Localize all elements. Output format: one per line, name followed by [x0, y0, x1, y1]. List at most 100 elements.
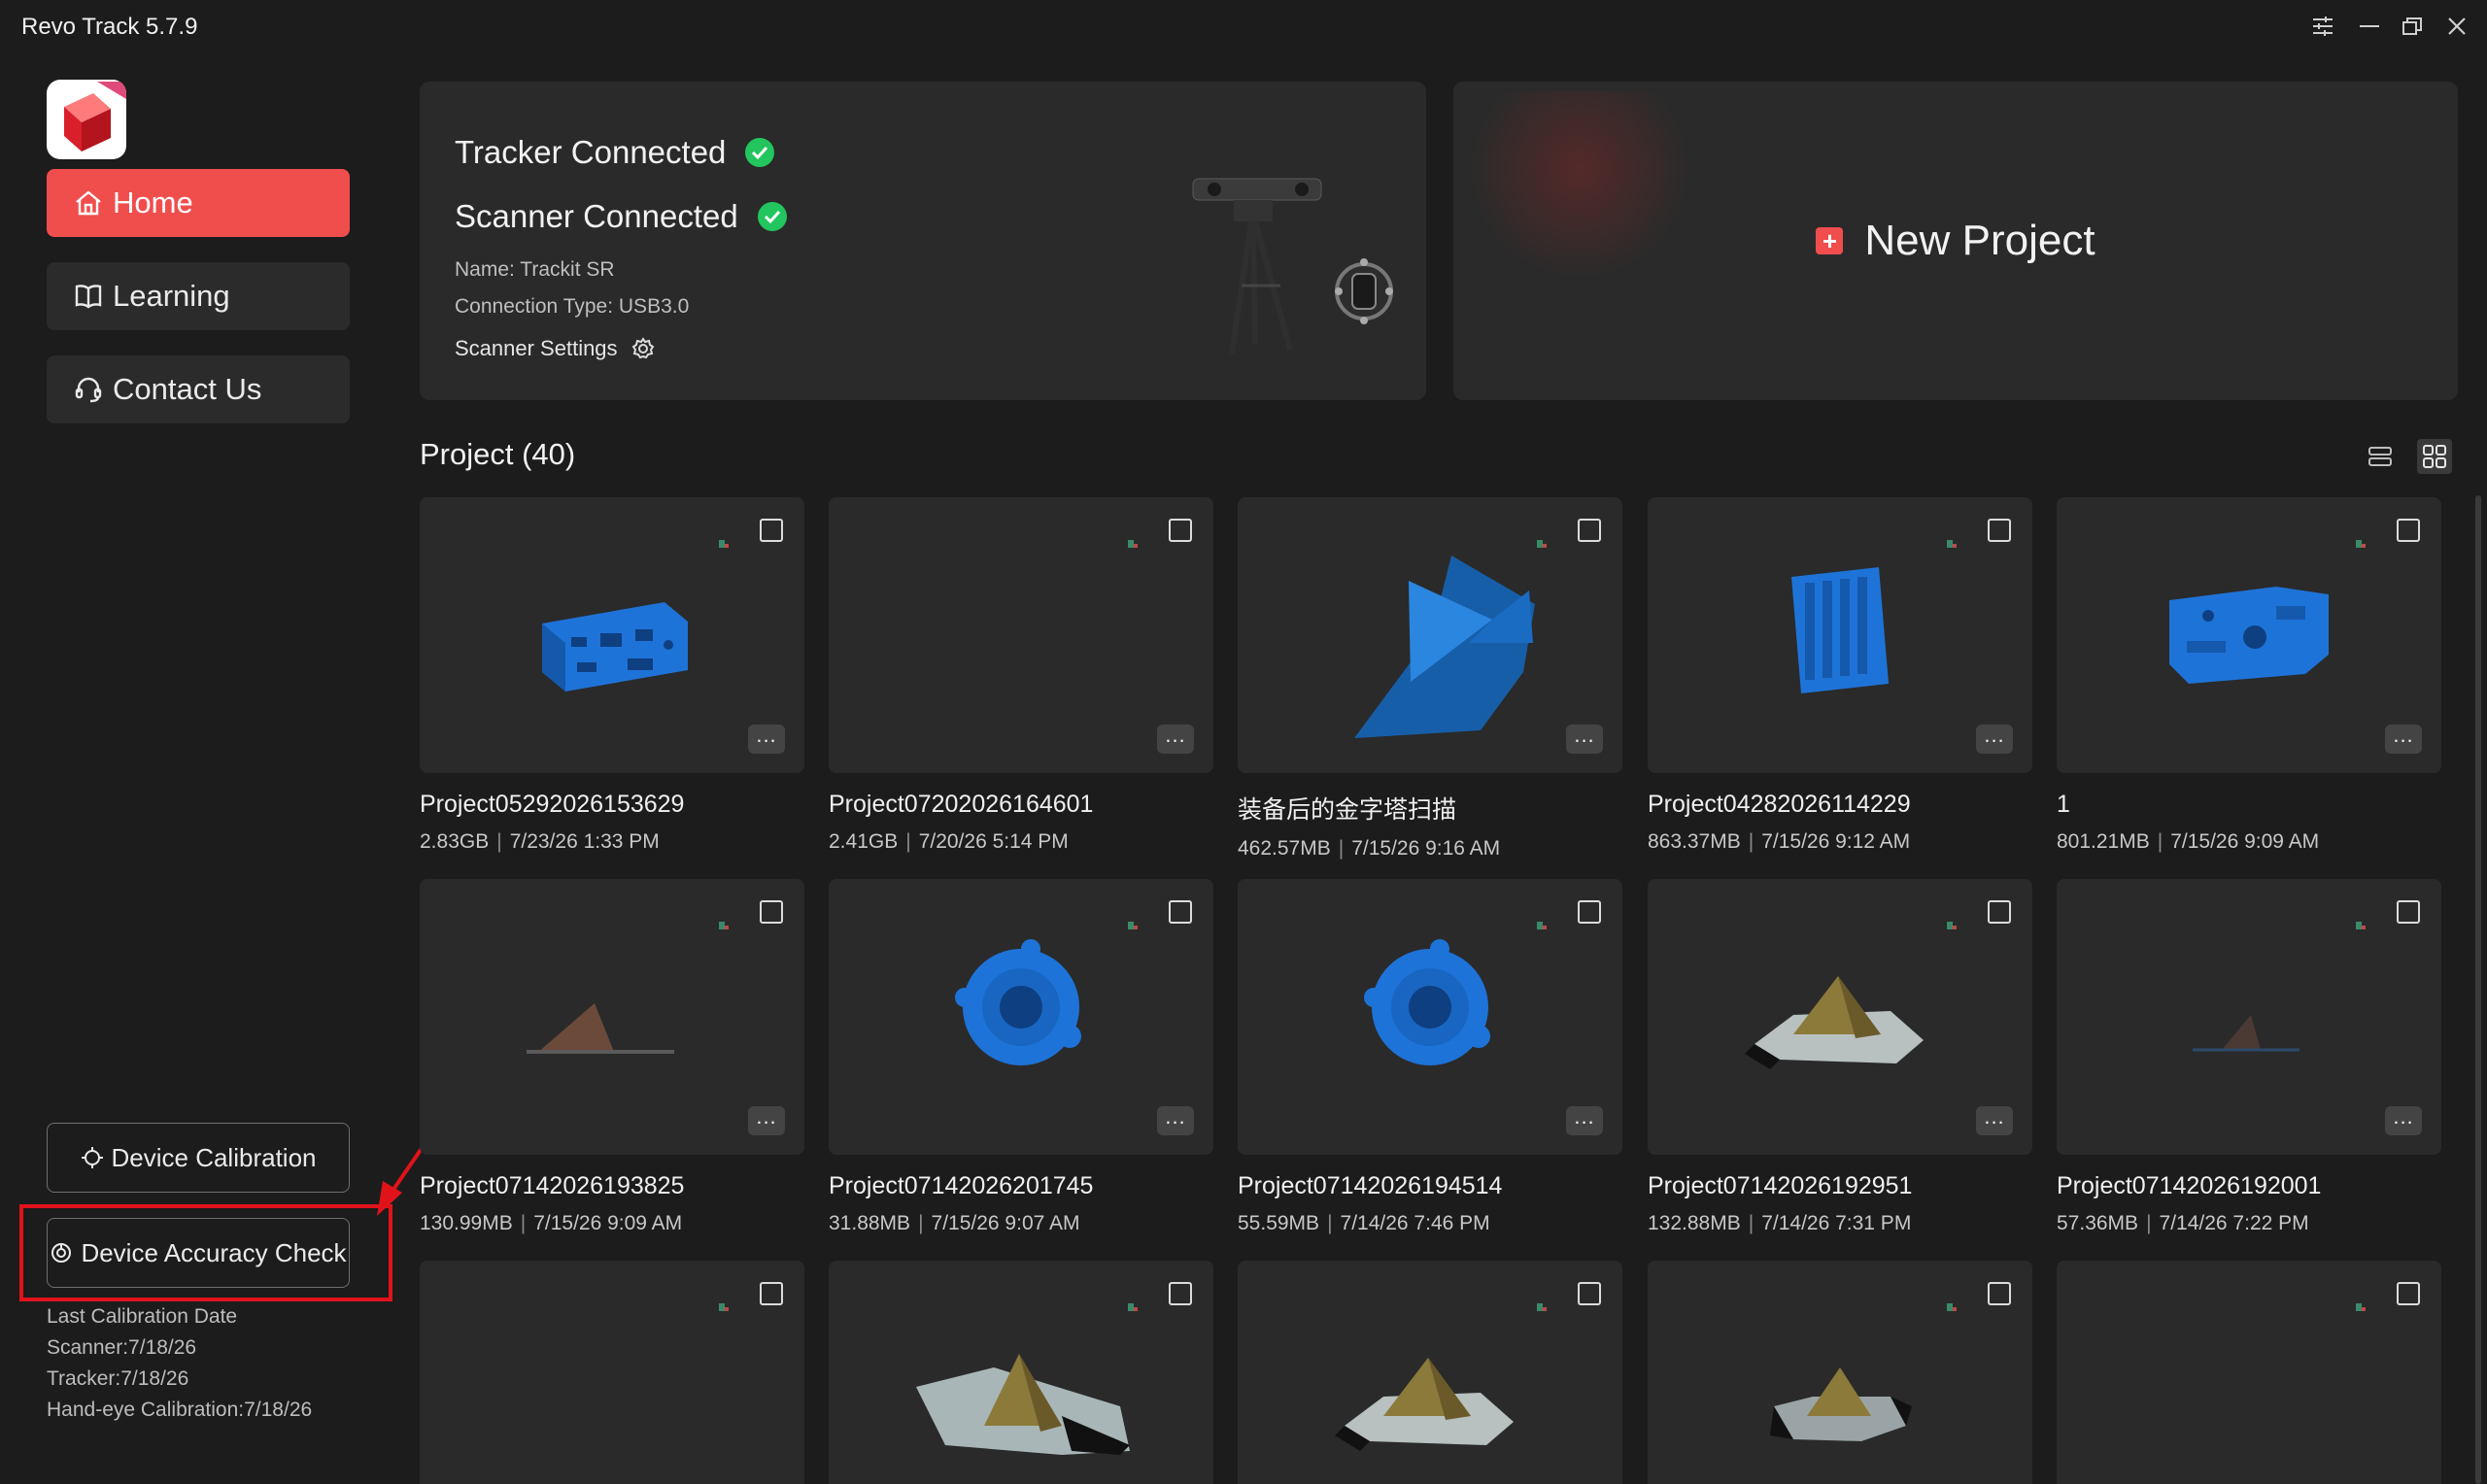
new-project-button[interactable]: + New Project	[1453, 82, 2458, 400]
grid-view-toggle[interactable]	[2417, 439, 2452, 474]
project-name: Project07142026201745	[829, 1172, 1094, 1199]
project-select-checkbox[interactable]	[1578, 1282, 1601, 1305]
minimize-icon[interactable]	[2353, 12, 2386, 41]
project-card[interactable]: ...	[1238, 1261, 1622, 1484]
more-options-button[interactable]: ...	[1157, 1106, 1194, 1135]
project-select-checkbox[interactable]	[1988, 1282, 2011, 1305]
more-options-button[interactable]: ...	[1976, 1106, 2013, 1135]
project-card[interactable]: ... 装备后的金字塔扫描 462.57MB | 7/15/26 9:16 AM	[1238, 497, 1622, 860]
device-name: Name: Trackit SR	[455, 258, 615, 281]
project-name: 1	[2057, 791, 2070, 818]
project-select-checkbox[interactable]	[1169, 900, 1192, 924]
list-view-toggle[interactable]	[2363, 439, 2398, 474]
project-count-heading: Project (40)	[420, 437, 576, 471]
new-project-label: New Project	[1864, 217, 2095, 264]
project-model-preview	[2193, 1015, 2300, 1052]
project-card[interactable]: ...	[420, 1261, 804, 1484]
project-select-checkbox[interactable]	[1988, 900, 2011, 924]
project-thumbnail[interactable]: ...	[2057, 879, 2441, 1155]
grid-view-icon	[2423, 445, 2446, 468]
project-card[interactable]: ... Project04282026114229 863.37MB | 7/15/26…	[1648, 497, 2032, 854]
more-options-button[interactable]: ...	[1566, 725, 1603, 754]
project-thumbnail[interactable]: ...	[420, 1261, 804, 1484]
axis-gizmo-icon	[1537, 922, 1547, 929]
project-meta: 132.88MB | 7/14/26 7:31 PM	[1648, 1212, 2032, 1235]
crosshair-icon	[81, 1147, 103, 1168]
more-options-button[interactable]: ...	[2385, 725, 2422, 754]
project-model-preview	[1335, 1358, 1514, 1451]
project-card[interactable]: ... Project07142026201745 31.88MB | 7/15/26 …	[829, 879, 1213, 1235]
project-name: Project05292026153629	[420, 791, 685, 818]
project-card[interactable]: ... Project07142026194514 55.59MB | 7/14/26 …	[1238, 879, 1622, 1235]
project-thumbnail[interactable]: ...	[829, 1261, 1213, 1484]
project-thumbnail[interactable]: ...	[1238, 1261, 1622, 1484]
more-options-button[interactable]: ...	[1157, 725, 1194, 754]
restore-icon[interactable]	[2396, 12, 2429, 41]
axis-gizmo-icon	[1537, 1303, 1547, 1311]
project-thumbnail[interactable]: ...	[1648, 879, 2032, 1155]
project-thumbnail[interactable]: ...	[420, 879, 804, 1155]
project-thumbnail[interactable]: ...	[829, 879, 1213, 1155]
device-calibration-button[interactable]: Device Calibration	[47, 1123, 350, 1193]
project-card[interactable]: ...	[829, 1261, 1213, 1484]
project-model-preview	[1364, 939, 1490, 1065]
project-card[interactable]: ... Project07142026192951 132.88MB | 7/14/26…	[1648, 879, 2032, 1235]
project-select-checkbox[interactable]	[1578, 519, 1601, 542]
project-date: 7/14/26 7:31 PM	[1761, 1212, 1912, 1234]
tracker-device-image	[1192, 178, 1393, 354]
project-select-checkbox[interactable]	[2397, 900, 2420, 924]
project-thumbnail[interactable]: ...	[1238, 497, 1622, 773]
sidebar-item-learning[interactable]: Learning	[47, 262, 350, 330]
project-meta: 801.21MB | 7/15/26 9:09 AM	[2057, 830, 2441, 854]
project-thumbnail[interactable]: ...	[420, 497, 804, 773]
project-card[interactable]: ... Project07142026192001 57.36MB | 7/14/26 …	[2057, 879, 2441, 1235]
sidebar-item-home[interactable]: Home	[47, 169, 350, 237]
project-select-checkbox[interactable]	[760, 519, 783, 542]
more-options-button[interactable]: ...	[748, 1106, 785, 1135]
project-model-preview	[955, 939, 1081, 1065]
scanner-settings-link[interactable]: Scanner Settings	[455, 336, 655, 361]
project-date: 7/15/26 9:09 AM	[2170, 830, 2320, 853]
axis-gizmo-icon	[1128, 540, 1138, 548]
project-select-checkbox[interactable]	[1988, 519, 2011, 542]
project-select-checkbox[interactable]	[1169, 519, 1192, 542]
more-options-button[interactable]: ...	[2385, 1106, 2422, 1135]
meta-separator: |	[918, 1212, 924, 1234]
title-bar: Revo Track 5.7.9	[0, 0, 2487, 54]
project-select-checkbox[interactable]	[760, 900, 783, 924]
project-thumbnail[interactable]: ...	[829, 497, 1213, 773]
scrollbar[interactable]	[2475, 495, 2481, 1484]
project-select-checkbox[interactable]	[1169, 1282, 1192, 1305]
project-card[interactable]: ... Project07142026193825 130.99MB | 7/15/26…	[420, 879, 804, 1235]
project-thumbnail[interactable]: ...	[1648, 497, 2032, 773]
project-select-checkbox[interactable]	[2397, 1282, 2420, 1305]
project-thumbnail[interactable]: ...	[1238, 879, 1622, 1155]
project-select-checkbox[interactable]	[1578, 900, 1601, 924]
more-options-button[interactable]: ...	[1976, 725, 2013, 754]
axis-gizmo-icon	[719, 540, 729, 548]
project-thumbnail[interactable]: ...	[2057, 497, 2441, 773]
project-select-checkbox[interactable]	[760, 1282, 783, 1305]
settings-sliders-icon[interactable]	[2306, 12, 2339, 41]
more-options-button[interactable]: ...	[748, 725, 785, 754]
project-select-checkbox[interactable]	[2397, 519, 2420, 542]
close-icon[interactable]	[2440, 12, 2473, 41]
project-card[interactable]: ...	[2057, 1261, 2441, 1484]
sidebar-item-label: Home	[113, 186, 193, 219]
device-calibration-label: Device Calibration	[111, 1142, 317, 1172]
axis-gizmo-icon	[2356, 540, 2366, 548]
meta-separator: |	[1338, 837, 1345, 860]
project-thumbnail[interactable]: ...	[1648, 1261, 2032, 1484]
project-card[interactable]: ...	[1648, 1261, 2032, 1484]
meta-separator: |	[1748, 830, 1755, 853]
axis-gizmo-icon	[1947, 922, 1957, 929]
project-date: 7/23/26 1:33 PM	[509, 830, 660, 853]
sidebar-item-contact-us[interactable]: Contact Us	[47, 355, 350, 423]
tracker-status-label: Tracker Connected	[455, 134, 727, 170]
project-name: Project04282026114229	[1648, 791, 1911, 818]
project-card[interactable]: ... Project07202026164601 2.41GB | 7/20/26 5…	[829, 497, 1213, 854]
project-card[interactable]: ... 1 801.21MB | 7/15/26 9:09 AM	[2057, 497, 2441, 854]
project-card[interactable]: ... Project05292026153629 2.83GB | 7/23/26 1…	[420, 497, 804, 854]
more-options-button[interactable]: ...	[1566, 1106, 1603, 1135]
project-thumbnail[interactable]: ...	[2057, 1261, 2441, 1484]
